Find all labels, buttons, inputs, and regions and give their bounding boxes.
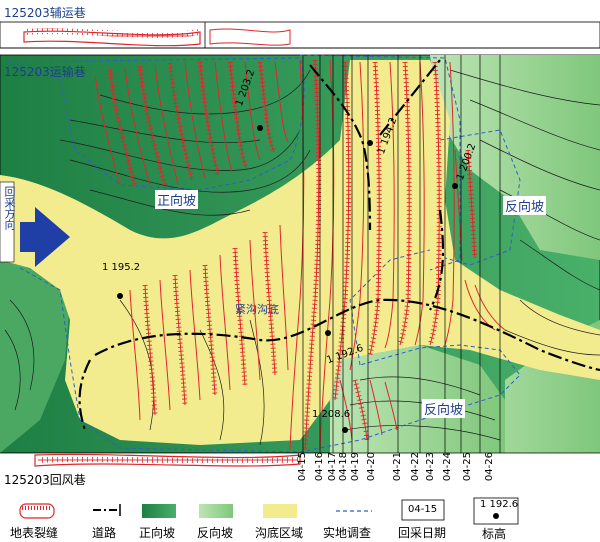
legend-forward-label: 正向坡 [139, 526, 176, 540]
elev-point [325, 330, 331, 336]
elev-point [367, 140, 373, 146]
date-label: 04-22 [410, 452, 421, 482]
mining-direction-label: 回采方向 [3, 186, 16, 230]
legend-reverse-swatch [199, 504, 233, 518]
legend-date-box-text: 04-15 [408, 504, 438, 515]
legend-reverse-label: 反向坡 [197, 526, 234, 540]
elevation-label: 1 195.2 [102, 262, 141, 273]
aux-roadway [0, 21, 600, 49]
date-label: 04-18 [338, 452, 349, 482]
transport-road-label: 125203运输巷 [4, 65, 86, 79]
elev-point [342, 427, 348, 433]
legend-forward-swatch [142, 504, 176, 518]
date-label: 04-15 [297, 452, 308, 482]
date-label: 04-23 [425, 452, 436, 482]
legend-swatches [19, 497, 519, 525]
date-label: 04-20 [366, 452, 377, 482]
elev-point [257, 125, 263, 131]
map-area [0, 54, 600, 454]
legend-road-swatch [93, 504, 121, 516]
date-label: 04-17 [327, 452, 338, 482]
reverse-slope-label-bottom: 反向坡 [422, 399, 466, 418]
legend-elev-box-text: 1 192.6 [480, 499, 519, 510]
legend-gully-swatch [263, 504, 297, 518]
legend-date-label: 回采日期 [398, 526, 447, 540]
date-label: 04-26 [484, 452, 495, 482]
elevation-label: 1 208.6 [312, 409, 351, 420]
date-label: 04-24 [442, 452, 453, 482]
date-label: 04-25 [462, 452, 473, 482]
legend-survey-label: 实地调查 [323, 526, 372, 540]
date-label: 04-19 [350, 452, 361, 482]
legend-gully-label: 沟底区域 [255, 526, 304, 540]
forward-slope-label: 正向坡 [155, 190, 199, 209]
gully-bottom-label: 紧沟沟底 [235, 303, 279, 316]
elev-point [452, 183, 458, 189]
date-label: 04-21 [392, 452, 403, 482]
legend-elev-label: 标高 [482, 527, 507, 541]
reverse-slope-label-top: 反向坡 [503, 196, 547, 215]
legend-crack-label: 地表裂缝 [10, 526, 59, 540]
aux-road-label: 125203辅运巷 [4, 6, 86, 20]
date-label: 04-16 [314, 452, 325, 482]
legend-road-label: 道路 [92, 526, 117, 540]
elev-point [117, 293, 123, 299]
return-air-road-label: 125203回风巷 [4, 473, 86, 487]
